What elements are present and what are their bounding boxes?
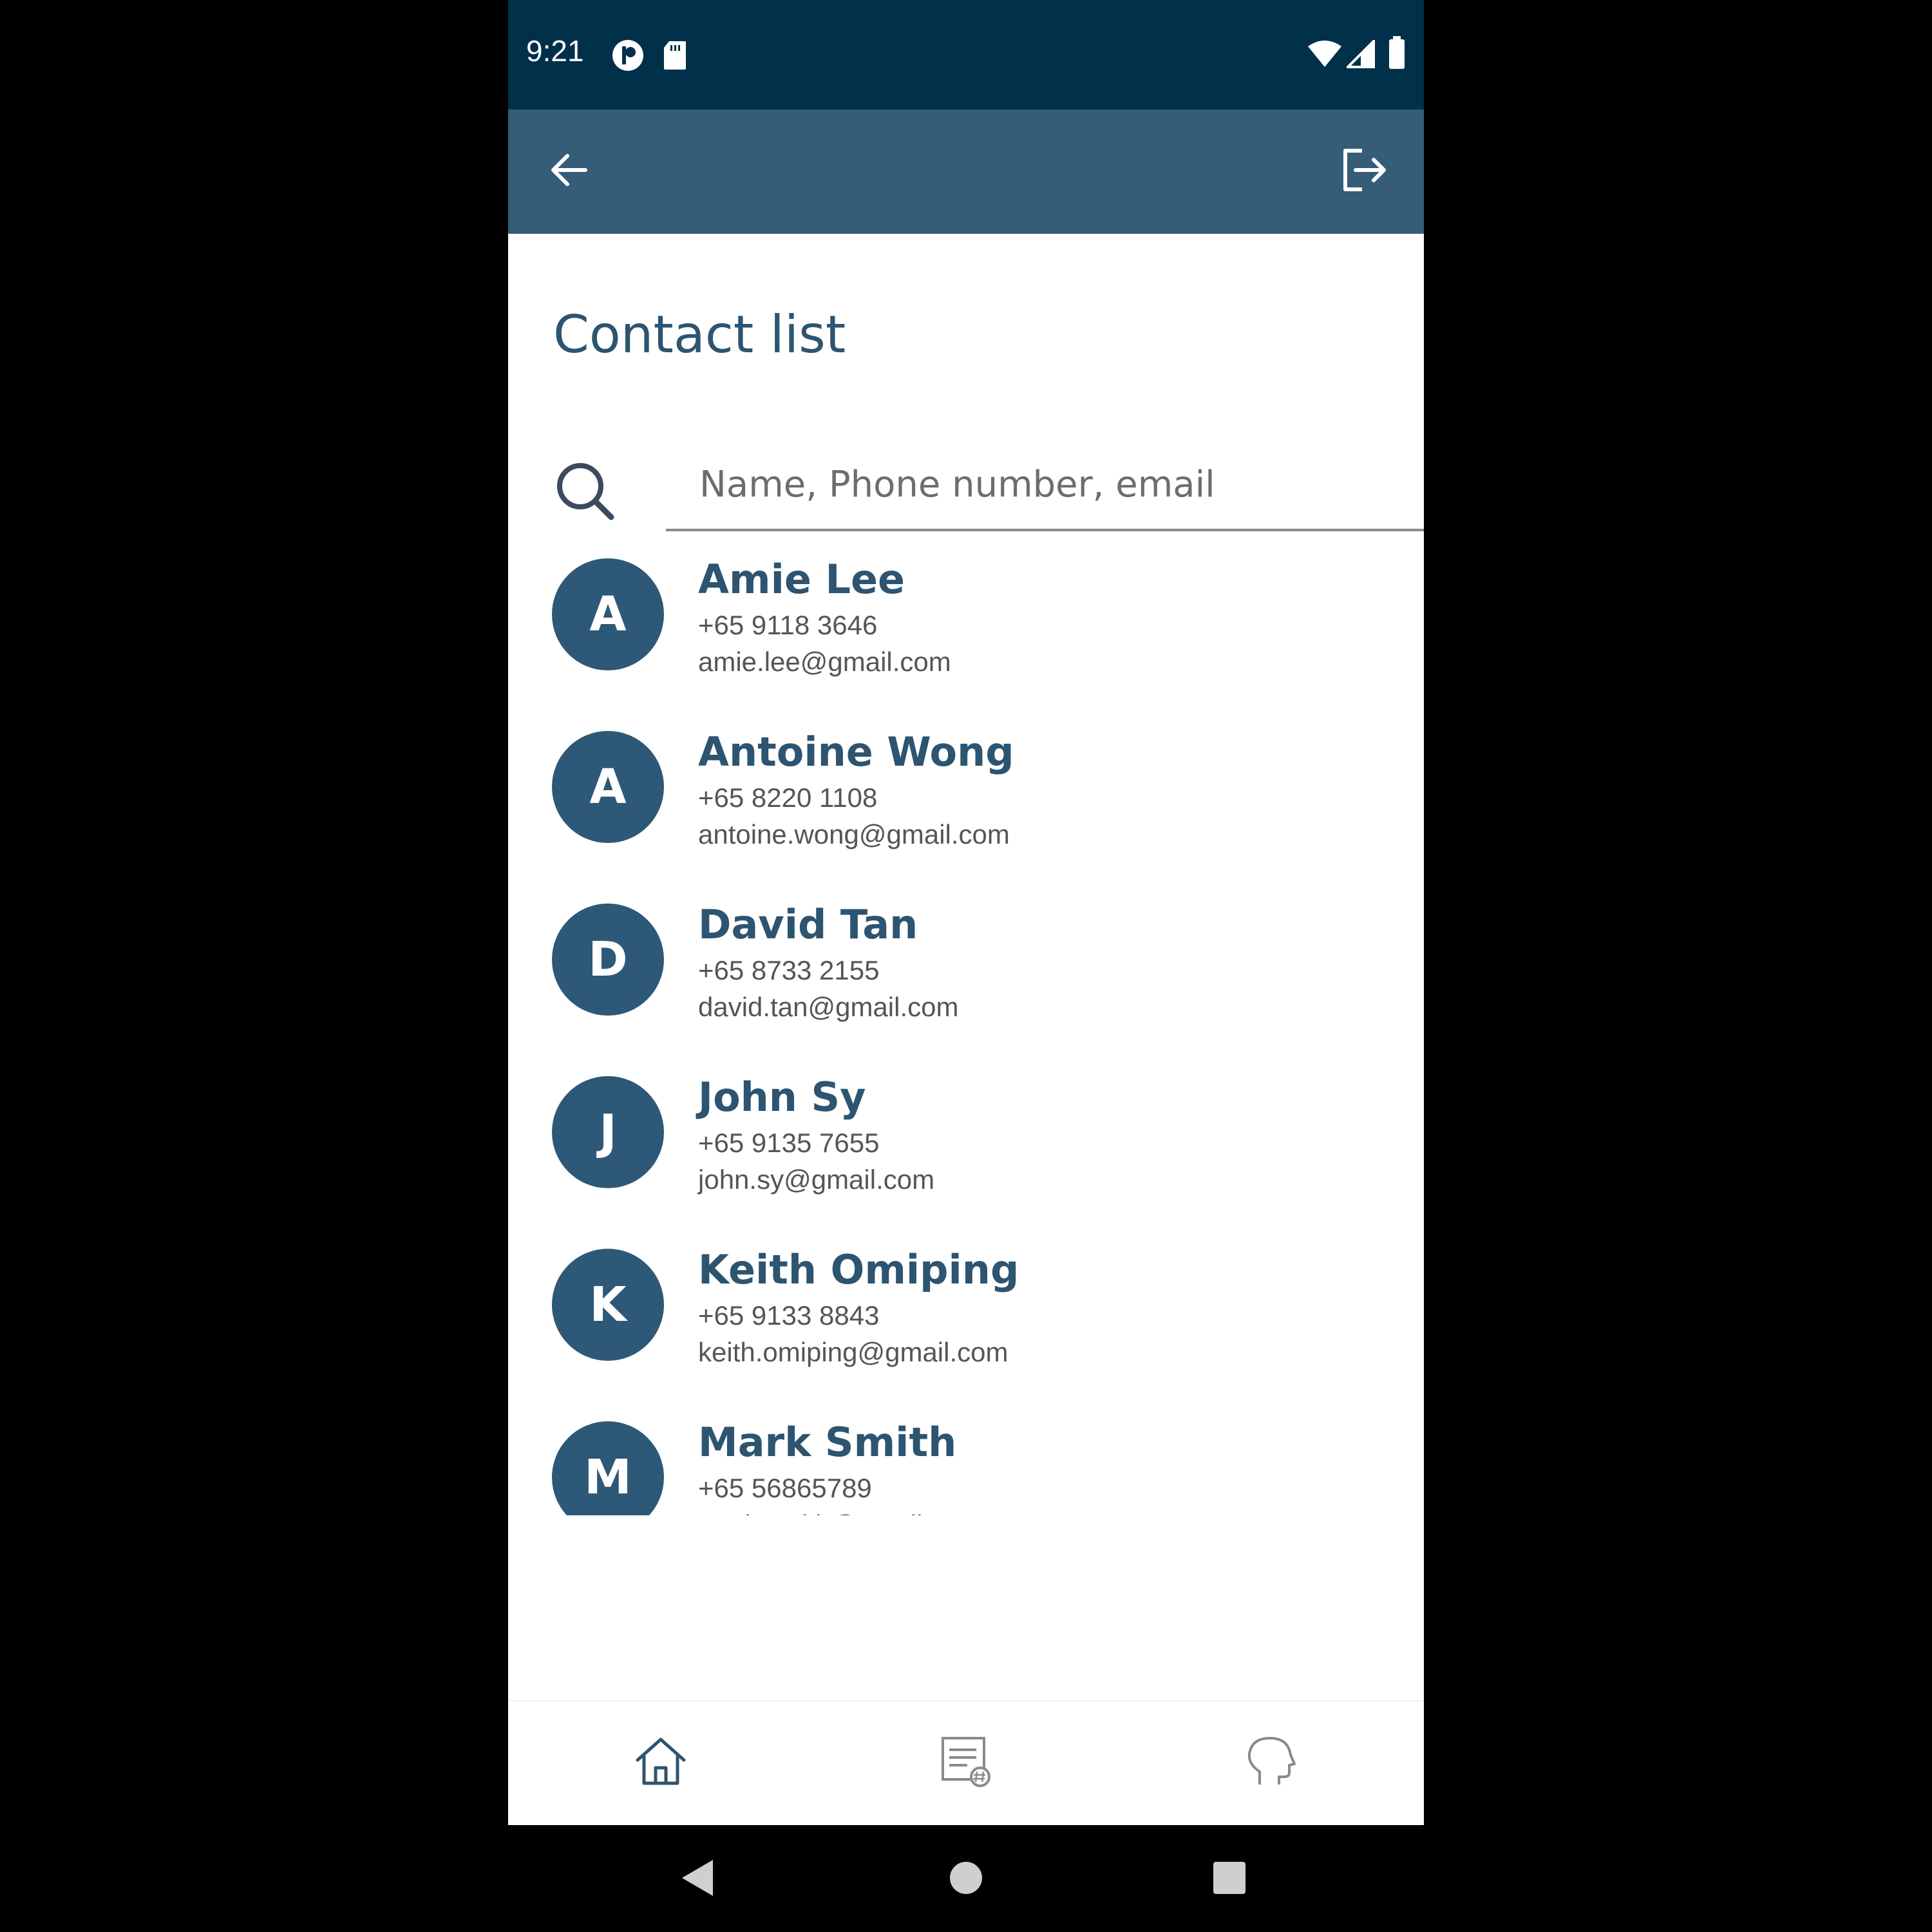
- contact-email: keith.omiping@gmail.com: [698, 1337, 1009, 1367]
- contact-name: Amie Lee: [698, 556, 905, 603]
- contact-phone: +65 9135 7655: [698, 1128, 880, 1158]
- contact-email: amie.lee@gmail.com: [698, 647, 951, 677]
- list-item[interactable]: M Mark Smith +65 56865789 mark.smith@gma…: [508, 1419, 1424, 1515]
- contact-email: david.tan@gmail.com: [698, 992, 959, 1022]
- contact-list: A Amie Lee +65 9118 3646 amie.lee@gmail.…: [508, 556, 1424, 1515]
- nav-profile-button[interactable]: [1225, 1721, 1315, 1804]
- system-nav-bar: [508, 1825, 1424, 1932]
- contact-phone: +65 9118 3646: [698, 610, 878, 640]
- status-time: 9:21: [526, 34, 584, 68]
- wifi-icon: [1307, 40, 1343, 71]
- list-item[interactable]: J John Sy +65 9135 7655 john.sy@gmail.co…: [508, 1074, 1424, 1246]
- search-bar: [553, 440, 1424, 536]
- logout-icon: [1340, 147, 1387, 196]
- home-circle-icon[interactable]: [949, 1861, 983, 1898]
- search-icon: [553, 459, 618, 527]
- document-hash-icon: [939, 1734, 993, 1792]
- sd-card-icon: [663, 40, 687, 74]
- signal-icon: [1345, 38, 1375, 71]
- list-item[interactable]: K Keith Omiping +65 9133 8843 keith.omip…: [508, 1246, 1424, 1419]
- contact-phone: +65 8220 1108: [698, 782, 878, 813]
- nav-records-button[interactable]: [921, 1721, 1011, 1804]
- back-triangle-icon[interactable]: [681, 1859, 714, 1900]
- contact-email: john.sy@gmail.com: [698, 1164, 935, 1195]
- home-icon: [634, 1736, 688, 1790]
- contact-phone: +65 56865789: [698, 1473, 872, 1503]
- avatar: K: [552, 1249, 664, 1361]
- status-bar: 9:21: [508, 0, 1424, 109]
- contact-name: Mark Smith: [698, 1419, 957, 1466]
- p-app-icon: [611, 39, 645, 75]
- contact-email: antoine.wong@gmail.com: [698, 819, 1010, 849]
- bottom-nav: [508, 1700, 1424, 1826]
- head-profile-icon: [1243, 1734, 1297, 1792]
- battery-icon: [1388, 36, 1406, 73]
- nav-home-button[interactable]: [616, 1721, 706, 1804]
- app-bar: [508, 109, 1424, 234]
- logout-button[interactable]: [1325, 133, 1402, 210]
- contact-phone: +65 8733 2155: [698, 955, 880, 985]
- main-content: Contact list A Amie Lee +65 9118 3646 am…: [508, 234, 1424, 1702]
- phone-screen: 9:21 Contact list Name, Phone number, em…: [508, 0, 1424, 1932]
- back-arrow-icon: [548, 149, 589, 194]
- back-button[interactable]: [530, 133, 607, 210]
- contact-name: David Tan: [698, 901, 918, 948]
- list-item[interactable]: A Amie Lee +65 9118 3646 amie.lee@gmail.…: [508, 556, 1424, 728]
- avatar: M: [552, 1421, 664, 1515]
- list-item[interactable]: D David Tan +65 8733 2155 david.tan@gmai…: [508, 901, 1424, 1074]
- contact-name: Keith Omiping: [698, 1246, 1019, 1293]
- avatar: D: [552, 904, 664, 1016]
- contact-name: Antoine Wong: [698, 728, 1014, 775]
- contact-name: John Sy: [698, 1074, 866, 1121]
- avatar: A: [552, 558, 664, 670]
- contact-phone: +65 9133 8843: [698, 1300, 880, 1331]
- list-item[interactable]: A Antoine Wong +65 8220 1108 antoine.won…: [508, 728, 1424, 901]
- search-input[interactable]: [666, 440, 1424, 531]
- recents-square-icon[interactable]: [1213, 1861, 1246, 1898]
- contact-email: mark.smith@gmail.com: [698, 1510, 981, 1515]
- avatar: J: [552, 1076, 664, 1188]
- page-title: Contact list: [553, 305, 846, 365]
- avatar: A: [552, 731, 664, 843]
